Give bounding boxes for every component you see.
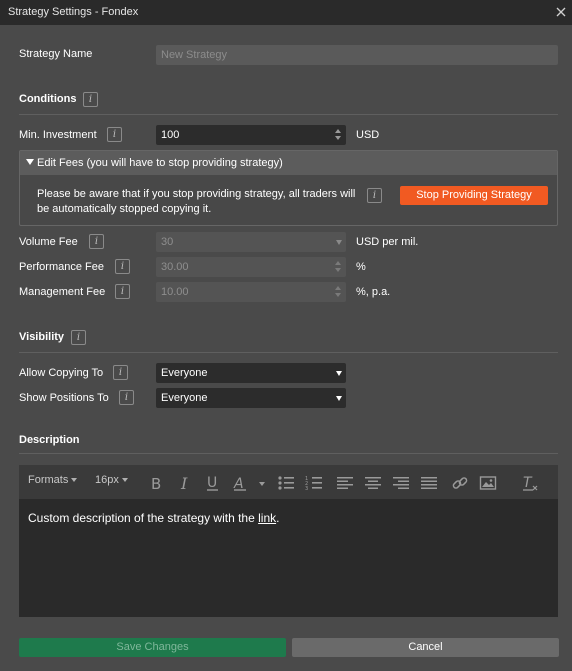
link-icon[interactable]: [451, 474, 469, 492]
save-changes-button[interactable]: Save Changes: [19, 638, 286, 657]
editor-content[interactable]: Custom description of the strategy with …: [28, 511, 279, 525]
performance-fee-stepper[interactable]: [335, 260, 342, 274]
strategy-name-label: Strategy Name: [19, 48, 93, 60]
min-investment-value: 100: [161, 129, 180, 141]
description-link[interactable]: link: [258, 511, 276, 525]
management-fee-input[interactable]: 10.00: [156, 282, 346, 302]
text-color-dropdown-icon[interactable]: [258, 474, 266, 492]
editor-toolbar: Formats 16px B I U A 123 T: [19, 465, 558, 499]
italic-icon[interactable]: I: [176, 474, 194, 493]
strategy-name-input[interactable]: New Strategy: [156, 45, 558, 65]
min-investment-unit: USD: [356, 129, 380, 141]
performance-fee-input[interactable]: 30.00: [156, 257, 346, 277]
management-fee-value: 10.00: [161, 286, 189, 298]
chevron-down-icon: [336, 371, 342, 376]
volume-fee-value: 30: [161, 236, 174, 248]
description-text-end: .: [276, 511, 280, 525]
performance-fee-value: 30.00: [161, 261, 189, 273]
visibility-info-icon[interactable]: i: [71, 330, 86, 345]
align-center-icon[interactable]: [364, 474, 382, 492]
clear-formatting-icon[interactable]: T: [521, 474, 539, 492]
min-investment-input[interactable]: 100: [156, 125, 346, 145]
svg-text:T: T: [523, 475, 533, 491]
description-editor: Formats 16px B I U A 123 T Custom descri…: [19, 465, 558, 617]
bullet-list-icon[interactable]: [277, 474, 295, 492]
volume-fee-select[interactable]: 30: [156, 232, 346, 252]
description-divider: [19, 453, 558, 454]
conditions-divider: [19, 114, 558, 115]
allow-copying-info-icon[interactable]: i: [113, 365, 128, 380]
svg-text:I: I: [180, 474, 188, 492]
font-size-dropdown[interactable]: 16px: [95, 474, 128, 492]
management-fee-stepper[interactable]: [335, 285, 342, 299]
description-text: Custom description of the strategy with …: [28, 511, 259, 525]
management-fee-info-icon[interactable]: i: [115, 284, 130, 299]
strategy-settings-dialog: Strategy Name New Strategy Conditions i …: [0, 25, 572, 671]
performance-fee-label: Performance Fee: [19, 261, 104, 273]
show-positions-value: Everyone: [161, 392, 208, 404]
svg-text:U: U: [207, 475, 217, 491]
conditions-info-icon[interactable]: i: [83, 92, 98, 107]
image-icon[interactable]: [479, 474, 497, 492]
formats-label: Formats: [28, 474, 69, 486]
edit-fees-panel: Edit Fees (you will have to stop providi…: [19, 150, 558, 226]
performance-fee-info-icon[interactable]: i: [115, 259, 130, 274]
svg-text:3: 3: [305, 486, 308, 492]
align-justify-icon[interactable]: [420, 474, 438, 492]
align-right-icon[interactable]: [392, 474, 410, 492]
window-title: Strategy Settings - Fondex: [8, 6, 139, 18]
min-investment-info-icon[interactable]: i: [107, 127, 122, 142]
chevron-down-icon: [336, 240, 342, 245]
align-left-icon[interactable]: [336, 474, 354, 492]
chevron-down-icon: [336, 396, 342, 401]
stop-providing-strategy-button[interactable]: Stop Providing Strategy: [400, 186, 548, 205]
visibility-title: Visibility: [19, 331, 65, 343]
show-positions-label: Show Positions To: [19, 392, 109, 404]
allow-copying-value: Everyone: [161, 367, 208, 379]
underline-icon[interactable]: U: [204, 474, 222, 492]
management-fee-unit: %, p.a.: [356, 286, 391, 298]
description-title: Description: [19, 434, 80, 446]
collapse-triangle-icon: [26, 159, 34, 165]
volume-fee-unit: USD per mil.: [356, 236, 419, 248]
text-color-icon[interactable]: A: [232, 474, 250, 492]
visibility-divider: [19, 352, 558, 353]
conditions-title: Conditions: [19, 93, 77, 105]
performance-fee-unit: %: [356, 261, 366, 273]
font-size-label: 16px: [95, 474, 119, 486]
close-icon[interactable]: [554, 5, 568, 19]
formats-dropdown[interactable]: Formats: [28, 474, 78, 492]
cancel-button[interactable]: Cancel: [292, 638, 559, 657]
management-fee-label: Management Fee: [19, 286, 106, 298]
allow-copying-select[interactable]: Everyone: [156, 363, 346, 383]
title-bar: Strategy Settings - Fondex: [0, 0, 572, 25]
edit-fees-header[interactable]: Edit Fees (you will have to stop providi…: [20, 151, 557, 175]
min-investment-label: Min. Investment: [19, 129, 97, 141]
edit-fees-info-icon[interactable]: i: [367, 188, 382, 203]
bold-icon[interactable]: B: [148, 474, 166, 493]
volume-fee-label: Volume Fee: [19, 236, 78, 248]
show-positions-select[interactable]: Everyone: [156, 388, 346, 408]
numbered-list-icon[interactable]: 123: [305, 474, 323, 492]
edit-fees-header-text: Edit Fees (you will have to stop providi…: [37, 157, 283, 169]
svg-text:B: B: [151, 475, 161, 492]
edit-fees-note: Please be aware that if you stop providi…: [37, 188, 356, 215]
allow-copying-label: Allow Copying To: [19, 367, 104, 379]
volume-fee-info-icon[interactable]: i: [89, 234, 104, 249]
min-investment-stepper[interactable]: [335, 128, 342, 142]
show-positions-info-icon[interactable]: i: [119, 390, 134, 405]
